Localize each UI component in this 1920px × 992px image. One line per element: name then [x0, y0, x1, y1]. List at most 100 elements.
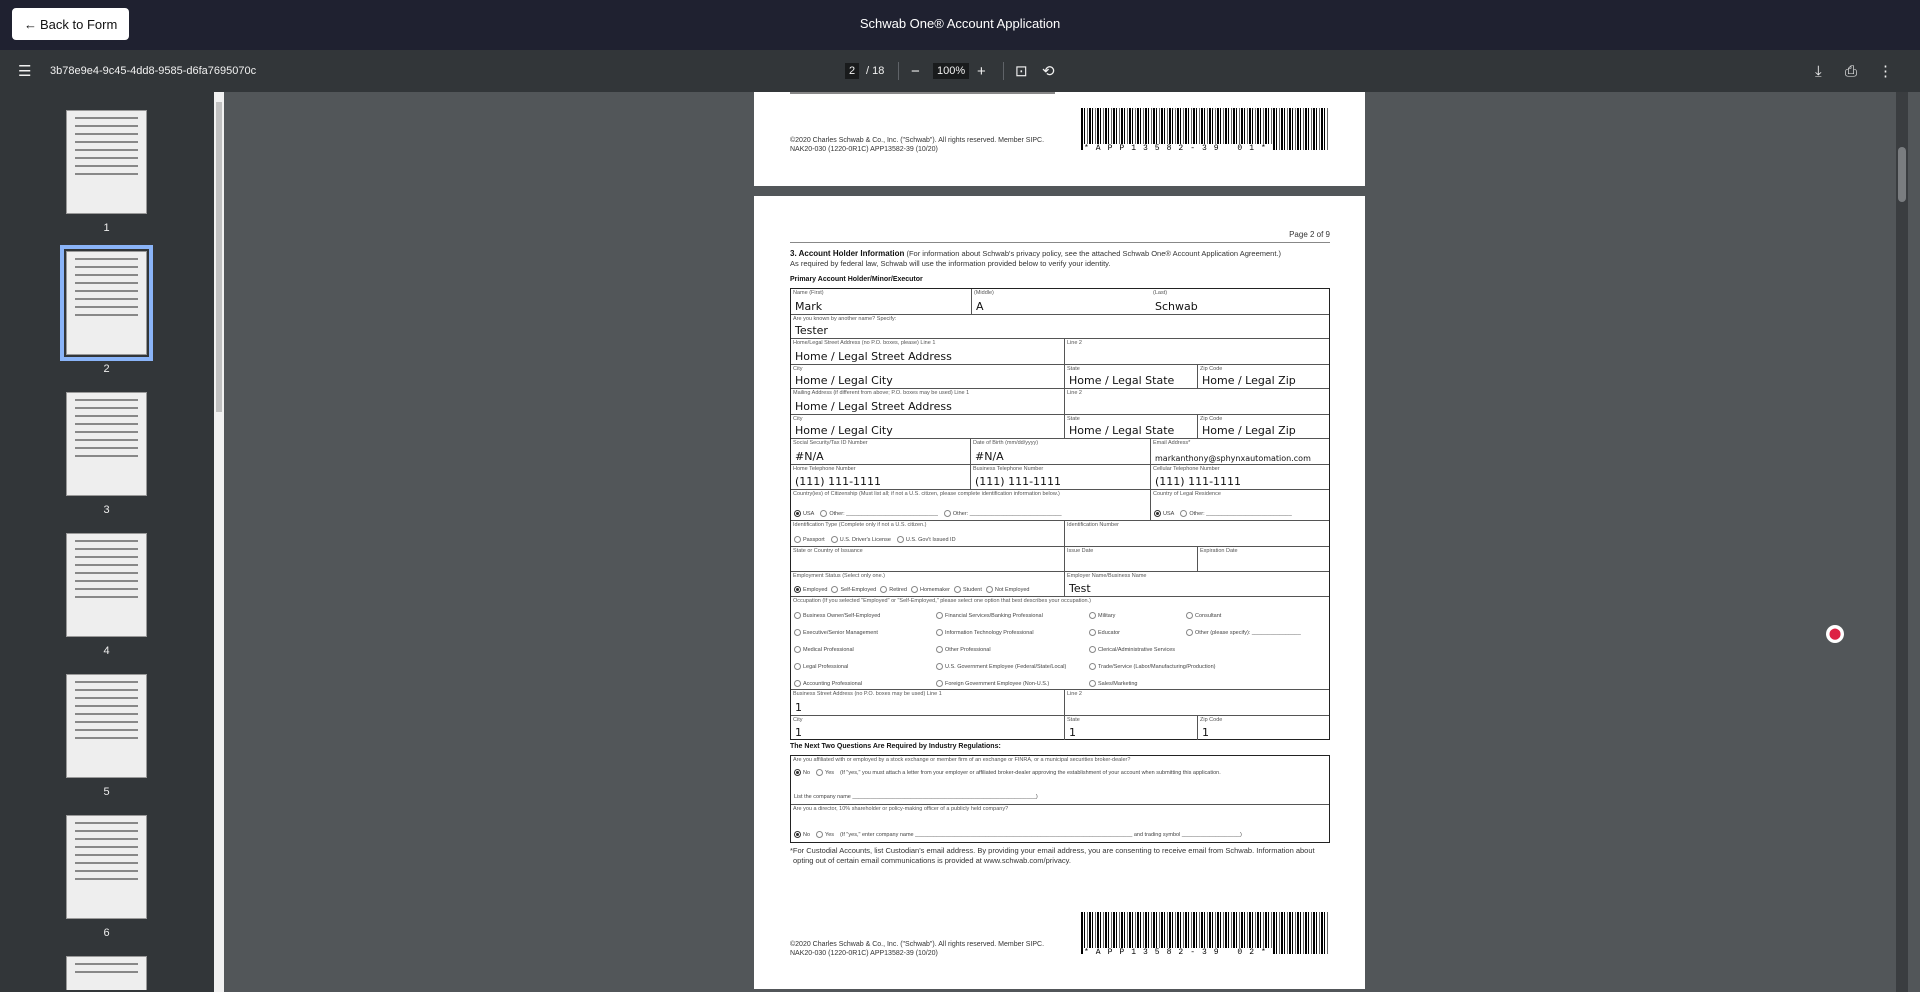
thumbnail-label: 5: [103, 786, 110, 798]
gov-id-radio[interactable]: U.S. Gov't Issued ID: [896, 536, 956, 543]
home-phone-field[interactable]: (111) 111-1111: [795, 475, 881, 488]
employed-radio[interactable]: Employed: [794, 586, 827, 593]
thumbnail-page-7[interactable]: [66, 956, 147, 990]
thumbnail-page-6[interactable]: [66, 815, 147, 919]
q1-no-radio[interactable]: No: [794, 769, 810, 776]
ssn-field[interactable]: #N/A: [795, 450, 824, 463]
occupation-section: Occupation (If you selected "Employed" o…: [791, 597, 1329, 690]
thumbnail-sidebar: 1 2 3 4 5 6: [0, 92, 214, 992]
not-employed-radio[interactable]: Not Employed: [985, 586, 1029, 593]
page-number-input[interactable]: 2: [845, 63, 860, 79]
passport-radio[interactable]: Passport: [794, 536, 825, 543]
retired-radio[interactable]: Retired: [880, 586, 907, 593]
occupation-radio[interactable]: Trade/Service (Labor/Manufacturing/Produ…: [1089, 659, 1216, 676]
zoom-out-icon[interactable]: −: [911, 50, 920, 92]
thumbnail-page-2[interactable]: [60, 245, 153, 361]
document-scrollbar[interactable]: [1896, 92, 1908, 992]
section-header: 3. Account Holder Information (For infor…: [790, 249, 1281, 268]
divider: [790, 242, 1330, 243]
home-state-field[interactable]: Home / Legal State: [1069, 374, 1174, 387]
middle-name-field[interactable]: A: [976, 300, 984, 313]
divider: [898, 62, 899, 80]
occupation-radio[interactable]: Executive/Senior Management: [794, 625, 880, 642]
thumbnail-page-3[interactable]: [66, 392, 147, 496]
occupation-radio[interactable]: Sales/Marketing: [1089, 676, 1216, 689]
thumbnail-label: 2: [103, 363, 110, 375]
residence-other-radio[interactable]: Other: ____________________________: [1180, 510, 1292, 517]
occupation-radio[interactable]: Information Technology Professional: [936, 625, 1066, 642]
rotate-icon[interactable]: ⟲: [1042, 50, 1055, 92]
q2-yes-radio[interactable]: Yes: [816, 831, 834, 838]
mailing-state-field[interactable]: Home / Legal State: [1069, 424, 1174, 437]
extension-floating-icon[interactable]: ⬤: [1826, 625, 1844, 643]
drivers-license-radio[interactable]: U.S. Driver's License: [830, 536, 891, 543]
occupation-radio[interactable]: Medical Professional: [794, 642, 880, 659]
occupation-radio[interactable]: Other (please specify): ________________: [1186, 625, 1301, 642]
print-icon[interactable]: ⎙: [1845, 50, 1857, 92]
home-address-field[interactable]: Home / Legal Street Address: [795, 350, 952, 363]
dob-field[interactable]: #N/A: [975, 450, 1004, 463]
page-total: / 18: [866, 65, 885, 77]
zoom-input[interactable]: 100%: [933, 63, 970, 79]
business-state-field[interactable]: 1: [1069, 726, 1076, 739]
occupation-radio[interactable]: Foreign Government Employee (Non-U.S.): [936, 676, 1066, 689]
thumbnail-label: 4: [103, 645, 110, 657]
occupation-radio[interactable]: Clerical/Administrative Services: [1089, 642, 1216, 659]
cell-phone-field[interactable]: (111) 111-1111: [1155, 475, 1241, 488]
first-name-field[interactable]: Mark: [795, 300, 822, 313]
q1-yes-radio[interactable]: Yes: [816, 769, 834, 776]
occupation-radio[interactable]: U.S. Government Employee (Federal/State/…: [936, 659, 1066, 676]
pdf-page-1: ©2020 Charles Schwab & Co., Inc. ("Schwa…: [754, 92, 1365, 186]
last-name-field[interactable]: Schwab: [1155, 300, 1198, 313]
mailing-address-field[interactable]: Home / Legal Street Address: [795, 400, 952, 413]
thumbnail-label: 6: [103, 927, 110, 939]
page-number: Page 2 of 9: [1289, 230, 1330, 239]
business-address-field[interactable]: 1: [795, 701, 802, 714]
thumbnail-page-4[interactable]: [66, 533, 147, 637]
divider: [1003, 62, 1004, 80]
mailing-zip-field[interactable]: Home / Legal Zip: [1202, 424, 1296, 437]
self-employed-radio[interactable]: Self-Employed: [831, 586, 876, 593]
regulations-questions: Are you affiliated with or employed by a…: [790, 755, 1330, 843]
homemaker-radio[interactable]: Homemaker: [910, 586, 950, 593]
home-zip-field[interactable]: Home / Legal Zip: [1202, 374, 1296, 387]
fit-page-icon[interactable]: ⊡: [1015, 50, 1028, 92]
occupation-radio[interactable]: Financial Services/Banking Professional: [936, 608, 1066, 625]
thumbnail-label: 3: [103, 504, 110, 516]
home-city-field[interactable]: Home / Legal City: [795, 374, 893, 387]
zoom-in-icon[interactable]: +: [977, 50, 986, 92]
mailing-city-field[interactable]: Home / Legal City: [795, 424, 893, 437]
thumbnail-label: 1: [103, 222, 110, 234]
email-field[interactable]: markanthony@sphynxautomation.com: [1155, 454, 1311, 463]
occupation-radio[interactable]: Other Professional: [936, 642, 1066, 659]
occupation-radio[interactable]: Legal Professional: [794, 659, 880, 676]
occupation-radio[interactable]: Consultant: [1186, 608, 1301, 625]
pdf-toolbar: ☰ 3b78e9e4-9c45-4dd8-9585-d6fa7695070c 2…: [0, 50, 1920, 92]
pdf-page-2: Page 2 of 9 3. Account Holder Informatio…: [754, 196, 1365, 989]
occupation-radio[interactable]: Accounting Professional: [794, 676, 880, 689]
business-phone-field[interactable]: (111) 111-1111: [975, 475, 1061, 488]
sidebar-scrollbar[interactable]: [214, 92, 224, 992]
account-holder-form: Name (First) Mark (Middle) A (Last) Schwab …: [790, 288, 1330, 740]
business-zip-field[interactable]: 1: [1202, 726, 1209, 739]
thumbnail-page-1[interactable]: [66, 110, 147, 214]
app-header: ← Back to Form Schwab One® Account Applic…: [0, 0, 1920, 50]
more-options-icon[interactable]: ⋮: [1878, 50, 1893, 92]
alias-field[interactable]: Tester: [795, 324, 828, 337]
subheading: Primary Account Holder/Minor/Executor: [790, 276, 923, 283]
citizenship-usa-radio[interactable]: USA: [794, 510, 814, 517]
thumbnail-page-5[interactable]: [66, 674, 147, 778]
barcode-text: *APP13582-39 01*: [1084, 144, 1273, 153]
document-title: 3b78e9e4-9c45-4dd8-9585-d6fa7695070c: [50, 65, 257, 77]
occupation-radio[interactable]: Business Owner/Self-Employed: [794, 608, 880, 625]
download-icon[interactable]: ⤓: [1815, 50, 1822, 92]
email-footnote: *For Custodial Accounts, list Custodian'…: [790, 846, 1315, 865]
employer-field[interactable]: Test: [1069, 582, 1091, 595]
business-city-field[interactable]: 1: [795, 726, 802, 739]
student-radio[interactable]: Student: [953, 586, 982, 593]
q2-no-radio[interactable]: No: [794, 831, 810, 838]
residence-usa-radio[interactable]: USA: [1154, 510, 1174, 517]
menu-icon[interactable]: ☰: [18, 50, 31, 92]
citizenship-other2-radio[interactable]: Other: ______________________________: [943, 510, 1062, 517]
citizenship-other-radio[interactable]: Other: ______________________________: [820, 510, 938, 517]
